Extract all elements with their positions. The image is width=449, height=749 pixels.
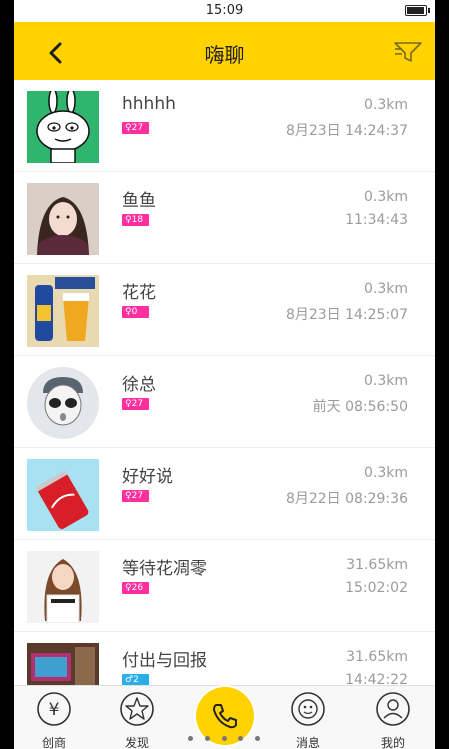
age-badge: ♀26 <box>122 582 149 594</box>
user-icon <box>376 692 410 726</box>
age-badge: ♀0 <box>122 306 149 318</box>
age-badge: ♀27 <box>122 398 149 410</box>
contact-name: 徐总 <box>122 375 156 395</box>
list-item[interactable]: 鱼鱼 ♀18 0.3km 11:34:43 <box>14 172 435 264</box>
contact-name: hhhhh <box>122 94 176 114</box>
tab-bar: ¥ 创商 发现 消息 我的 <box>14 685 435 749</box>
tab-mine[interactable]: 我的 <box>363 690 423 749</box>
contact-name: 鱼鱼 <box>122 191 156 211</box>
age-badge: ♀27 <box>122 490 149 502</box>
contact-name: 付出与回报 <box>122 651 207 671</box>
distance-text: 31.65km <box>346 557 408 573</box>
list-item[interactable]: 花花 ♀0 0.3km 8月23日 14:25:07 <box>14 264 435 356</box>
app-screen: 15:09 嗨聊 hhhhh ♀27 0.3km 8月23日 14:24:37 … <box>14 0 435 749</box>
yuan-coin-icon: ¥ <box>37 692 71 726</box>
timestamp-text: 8月23日 14:24:37 <box>285 123 408 139</box>
avatar <box>27 551 99 623</box>
timestamp-text: 14:42:22 <box>345 672 408 685</box>
avatar <box>27 275 99 347</box>
page-indicator <box>188 736 260 741</box>
timestamp-text: 8月22日 08:29:36 <box>285 491 408 507</box>
distance-text: 0.3km <box>363 465 408 481</box>
tab-label: 消息 <box>295 736 320 749</box>
timestamp-text: 15:02:02 <box>345 580 408 596</box>
list-item[interactable]: 徐总 ♀27 0.3km 前天 08:56:50 <box>14 356 435 448</box>
tab-label: 发现 <box>124 736 149 749</box>
list-item[interactable]: 等待花凋零 ♀26 31.65km 15:02:02 <box>14 540 435 632</box>
page-title: 嗨聊 <box>204 43 245 67</box>
list-item[interactable]: hhhhh ♀27 0.3km 8月23日 14:24:37 <box>14 80 435 172</box>
timestamp-text: 8月23日 14:25:07 <box>285 307 408 323</box>
star-icon <box>120 692 154 726</box>
tab-label: 创商 <box>41 736 66 749</box>
avatar <box>27 643 99 685</box>
age-badge: ♀18 <box>122 214 149 226</box>
distance-text: 0.3km <box>363 281 408 297</box>
tab-messages[interactable]: 消息 <box>278 690 338 749</box>
svg-text:¥: ¥ <box>49 700 60 720</box>
timestamp-text: 11:34:43 <box>345 212 408 228</box>
header: 嗨聊 <box>14 22 435 80</box>
contact-name: 等待花凋零 <box>122 559 207 579</box>
distance-text: 0.3km <box>363 189 408 205</box>
list-item[interactable]: 好好说 ♀27 0.3km 8月22日 08:29:36 <box>14 448 435 540</box>
avatar <box>27 91 99 163</box>
contact-name: 好好说 <box>122 467 173 487</box>
message-face-icon <box>291 692 325 726</box>
avatar <box>27 367 99 439</box>
contact-list: hhhhh ♀27 0.3km 8月23日 14:24:37 鱼鱼 ♀18 0.… <box>14 80 435 685</box>
avatar <box>27 183 99 255</box>
tab-label: 我的 <box>380 736 405 749</box>
timestamp-text: 前天 08:56:50 <box>312 399 408 415</box>
status-bar: 15:09 <box>14 0 435 22</box>
age-badge: ♂2 <box>122 674 149 685</box>
filter-icon[interactable] <box>393 40 423 64</box>
distance-text: 0.3km <box>363 97 408 113</box>
tab-discover[interactable]: 发现 <box>107 690 167 749</box>
status-time: 15:09 <box>205 3 244 18</box>
list-item[interactable]: 付出与回报 ♂2 31.65km 14:42:22 <box>14 632 435 685</box>
age-badge: ♀27 <box>122 122 149 134</box>
phone-icon <box>213 704 237 729</box>
battery-icon <box>405 5 430 16</box>
tab-business[interactable]: ¥ 创商 <box>24 690 84 749</box>
avatar <box>27 459 99 531</box>
distance-text: 31.65km <box>346 649 408 665</box>
contact-name: 花花 <box>122 283 156 303</box>
distance-text: 0.3km <box>363 373 408 389</box>
